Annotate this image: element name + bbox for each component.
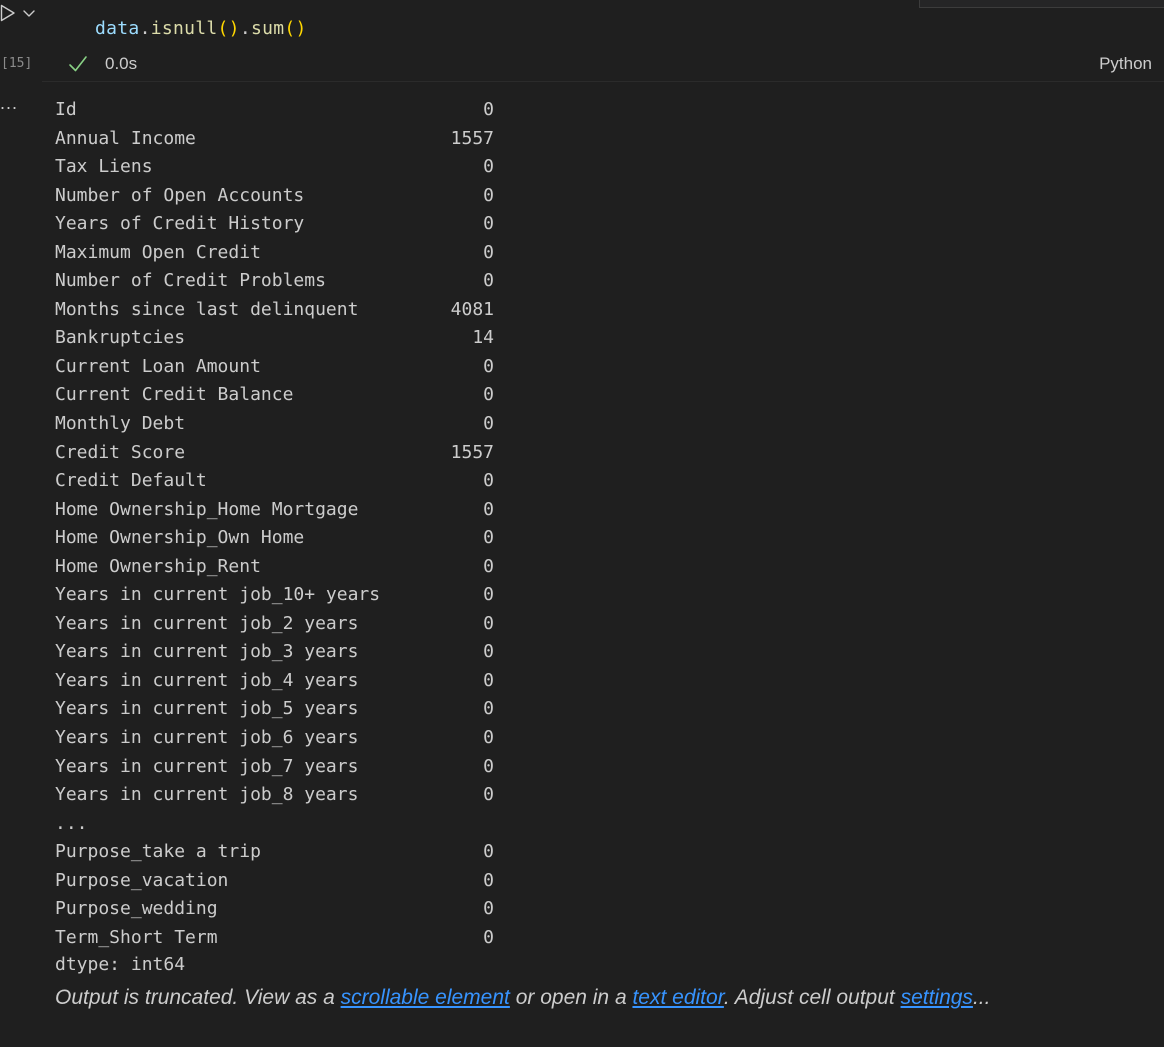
play-icon[interactable] <box>0 4 16 22</box>
output-row-value: 0 <box>483 555 494 577</box>
code-token-parens: () <box>217 18 240 39</box>
scrollable-element-link[interactable]: scrollable element <box>341 986 510 1009</box>
output-row-value: 0 <box>483 869 494 891</box>
editor-widget-edge <box>919 0 1164 8</box>
output-row-value: 4081 <box>450 298 494 320</box>
output-row-value: 0 <box>483 641 494 663</box>
truncation-text: Output is truncated. View as a <box>55 986 341 1009</box>
truncation-text: or open in a <box>509 986 633 1009</box>
code-cell <box>42 0 1164 82</box>
output-row-value: 0 <box>483 241 494 263</box>
output-row-value: 0 <box>483 755 494 777</box>
chevron-down-icon[interactable] <box>22 6 36 20</box>
output-row-label: ... <box>55 812 88 834</box>
output-row-value: 0 <box>483 841 494 863</box>
settings-link[interactable]: settings <box>901 986 973 1009</box>
code-token-function: sum <box>250 18 285 39</box>
code-input[interactable]: data.isnull().sum() <box>95 18 307 39</box>
output-row-value: 0 <box>483 584 494 606</box>
code-token-dot: . <box>239 18 251 39</box>
code-token-parens: () <box>284 18 307 39</box>
text-editor-link[interactable]: text editor <box>632 986 723 1009</box>
output-row-value: 0 <box>483 527 494 549</box>
execution-count: [15] <box>1 56 33 71</box>
code-token-dot: . <box>139 18 151 39</box>
truncation-text: ... <box>972 986 991 1009</box>
code-token-function: isnull <box>150 18 218 39</box>
output-row-value: 0 <box>483 669 494 691</box>
output-row-value: 1557 <box>450 441 494 463</box>
execution-time: 0.0s <box>105 54 138 73</box>
output-row-value: 0 <box>483 413 494 435</box>
output-row-value: 0 <box>483 498 494 520</box>
output-row-value: 0 <box>483 270 494 292</box>
kernel-language-button[interactable]: Python <box>1099 54 1152 74</box>
output-row-value: 0 <box>483 470 494 492</box>
output-row-value: 0 <box>483 612 494 634</box>
output-row-value: 0 <box>483 898 494 920</box>
output-row-value: 0 <box>483 99 494 120</box>
output-row-value: 1557 <box>450 127 494 149</box>
output-row-value: 14 <box>472 327 494 349</box>
output-row-value: 0 <box>483 784 494 806</box>
output-row-value: 0 <box>483 184 494 206</box>
output-row-value: 0 <box>483 156 494 178</box>
output-row-value: 0 <box>483 698 494 720</box>
output-row-value: 0 <box>483 727 494 749</box>
notebook-page: data.isnull().sum() [15] 0.0s Python ...… <box>0 0 1164 1047</box>
output-row-value: 0 <box>483 926 494 948</box>
output-row-value: 0 <box>483 213 494 235</box>
output-dtype: dtype: int64 <box>55 954 186 975</box>
truncation-message: Output is truncated. View as a scrollabl… <box>55 986 990 1010</box>
truncation-text: . Adjust cell output <box>723 986 901 1009</box>
output-row-value: 0 <box>483 355 494 377</box>
check-icon <box>69 56 87 72</box>
code-token-variable: data <box>95 18 140 39</box>
ellipsis-icon[interactable]: ... <box>0 94 18 112</box>
output-row-value: 0 <box>483 384 494 406</box>
